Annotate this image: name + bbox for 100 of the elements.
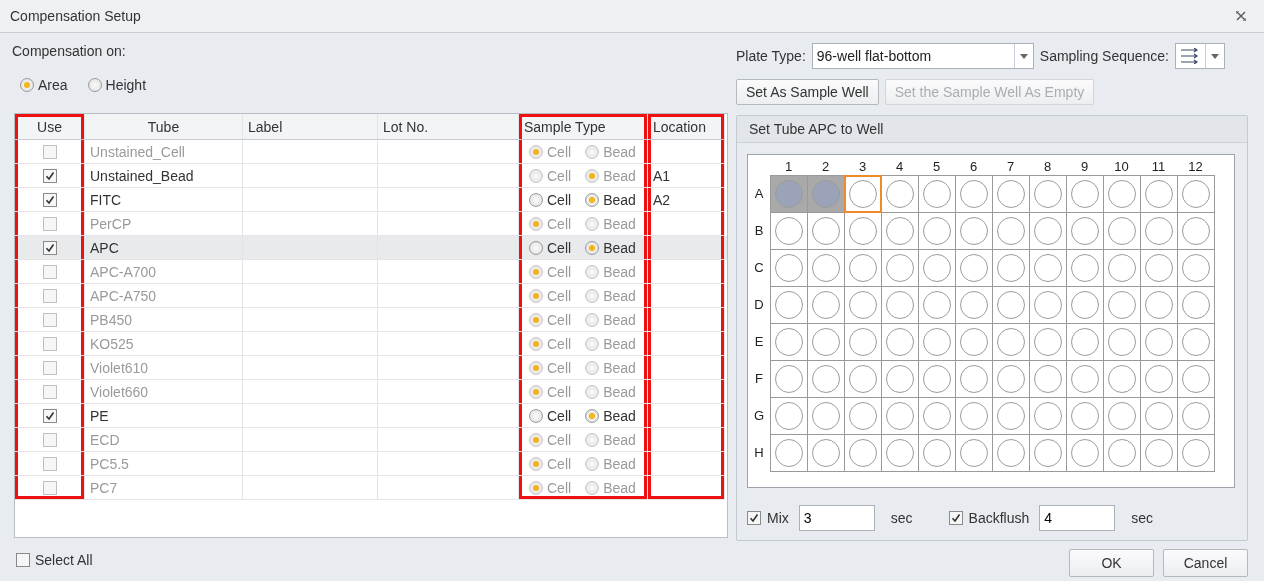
table-row[interactable]: APC Cell Bead: [15, 236, 727, 260]
table-cell: A2: [653, 191, 671, 208]
checkbox[interactable]: [42, 264, 57, 279]
well[interactable]: [844, 175, 882, 213]
column-header[interactable]: Tube: [85, 114, 243, 140]
checkbox[interactable]: [42, 456, 57, 471]
checkbox[interactable]: [42, 336, 57, 351]
checkbox[interactable]: [16, 553, 30, 567]
row-letter: B: [753, 222, 765, 240]
table-row[interactable]: FITC Cell Bead A2: [15, 188, 727, 212]
table-cell: APC-A700: [90, 263, 157, 280]
column-number: 3: [857, 157, 868, 175]
table-cell: APC: [90, 239, 119, 256]
radio-label: Bead: [603, 479, 636, 496]
checkbox[interactable]: [42, 240, 57, 255]
column-header[interactable]: Location: [648, 114, 725, 140]
radio-button[interactable]: [529, 408, 543, 423]
radio-button[interactable]: [20, 78, 34, 92]
column-header[interactable]: Use: [15, 114, 85, 140]
column-header[interactable]: Sample Type: [519, 114, 648, 140]
column-number: 1: [783, 157, 794, 175]
table-cell: ECD: [90, 431, 120, 448]
sequence-dropdown[interactable]: [1175, 43, 1225, 69]
row-letter: D: [753, 296, 765, 314]
well[interactable]: [770, 434, 808, 472]
radio-label: Cell: [547, 407, 572, 424]
checkbox[interactable]: [747, 511, 761, 525]
radio-label: Bead: [603, 239, 636, 256]
checkbox[interactable]: [42, 168, 57, 183]
table-cell: A1: [653, 167, 671, 184]
row-letter: H: [753, 444, 765, 462]
radio-label: Cell: [547, 431, 572, 448]
seconds-field[interactable]: 4: [1039, 505, 1116, 531]
table-cell: Unstained_Cell: [90, 143, 185, 160]
radio-button[interactable]: [585, 240, 600, 255]
row-letter: F: [754, 370, 764, 388]
checkbox[interactable]: [42, 360, 57, 375]
column-number: 2: [820, 157, 831, 175]
checkbox[interactable]: [948, 511, 963, 525]
seconds-field[interactable]: 3: [798, 505, 875, 531]
plate-type-dropdown[interactable]: 96-well flat-bottom: [811, 43, 1034, 69]
checkbox-label: Backflush: [968, 510, 1030, 526]
table-cell: APC-A750: [90, 287, 157, 304]
radio-label: Cell: [547, 455, 572, 472]
radio-label: Bead: [603, 311, 636, 328]
radio-label: Cell: [547, 239, 572, 256]
radio-label: Cell: [547, 191, 572, 208]
well[interactable]: [1177, 175, 1215, 213]
radio-label: Bead: [603, 383, 636, 400]
radio-label: Bead: [603, 167, 636, 184]
radio-label: Cell: [547, 287, 572, 304]
table-cell: Unstained_Bead: [90, 167, 194, 184]
radio-label: Bead: [603, 191, 636, 208]
action-button[interactable]: Set As Sample Well: [736, 79, 879, 105]
checkbox[interactable]: [42, 192, 57, 207]
radio-button[interactable]: [529, 192, 543, 207]
checkbox[interactable]: [42, 384, 57, 399]
radio-button[interactable]: [87, 78, 102, 92]
checkbox[interactable]: [42, 144, 57, 159]
checkbox[interactable]: [42, 216, 57, 231]
radio-label: Bead: [603, 215, 636, 232]
table-cell: Violet660: [90, 383, 149, 400]
radio-label: Cell: [547, 167, 572, 184]
column-number: 5: [931, 157, 942, 175]
checkbox[interactable]: [42, 480, 57, 495]
section-label: Compensation on:: [12, 42, 127, 59]
radio-label: Height: [105, 77, 147, 93]
checkbox[interactable]: [42, 432, 57, 447]
dialog-button[interactable]: OK: [1069, 549, 1154, 577]
checkbox[interactable]: [42, 408, 57, 423]
table-cell: PerCP: [90, 215, 132, 232]
radio-label: Bead: [603, 455, 636, 472]
close-icon[interactable]: [1236, 11, 1246, 21]
dialog-button[interactable]: Cancel: [1163, 549, 1248, 577]
caret-icon: [1211, 53, 1219, 59]
unit-label: sec: [890, 510, 913, 526]
field-label: Sampling Sequence:: [1039, 48, 1169, 64]
caret-icon: [1019, 53, 1028, 59]
radio-button[interactable]: [585, 192, 600, 207]
column-number: 11: [1150, 157, 1167, 175]
column-header[interactable]: Label: [243, 114, 378, 140]
checkbox[interactable]: [42, 288, 57, 303]
radio-label: Cell: [547, 311, 572, 328]
table-cell: Violet610: [90, 359, 149, 376]
radio-button[interactable]: [585, 408, 600, 423]
column-header[interactable]: Lot No.: [378, 114, 519, 140]
table-cell: KO525: [90, 335, 134, 352]
radio-label: Cell: [547, 479, 572, 496]
checkbox[interactable]: [42, 312, 57, 327]
column-number: 10: [1113, 157, 1130, 175]
radio-label: Cell: [547, 359, 572, 376]
column-number: 8: [1042, 157, 1053, 175]
radio-label: Bead: [603, 143, 636, 160]
well[interactable]: [1177, 434, 1215, 472]
table-row[interactable]: PE Cell Bead: [15, 404, 727, 428]
radio-button[interactable]: [529, 240, 543, 255]
arrows-icon: [1180, 48, 1200, 64]
table-row[interactable]: Unstained_Bead Cell Bead A1: [15, 164, 727, 188]
radio-label: Bead: [603, 335, 636, 352]
radio-label: Cell: [547, 143, 572, 160]
